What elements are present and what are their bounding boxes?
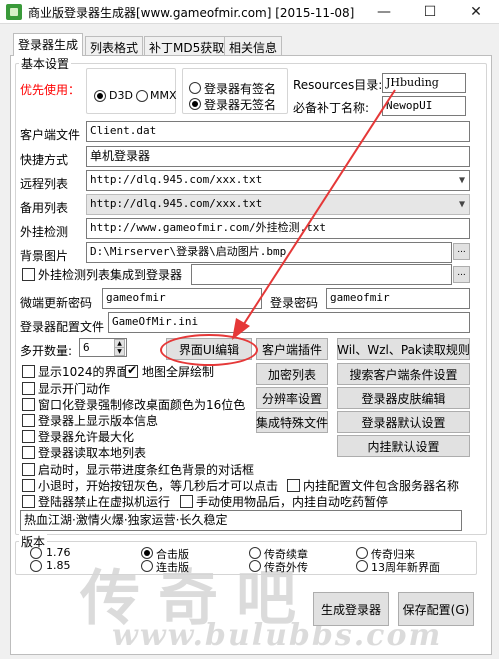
annotation-highlight-ellipse bbox=[160, 334, 258, 366]
tab-generate[interactable]: 登录器生成 bbox=[13, 33, 84, 56]
annotation-arrow-line bbox=[239, 89, 396, 331]
annotation-overlay bbox=[232, 89, 396, 340]
